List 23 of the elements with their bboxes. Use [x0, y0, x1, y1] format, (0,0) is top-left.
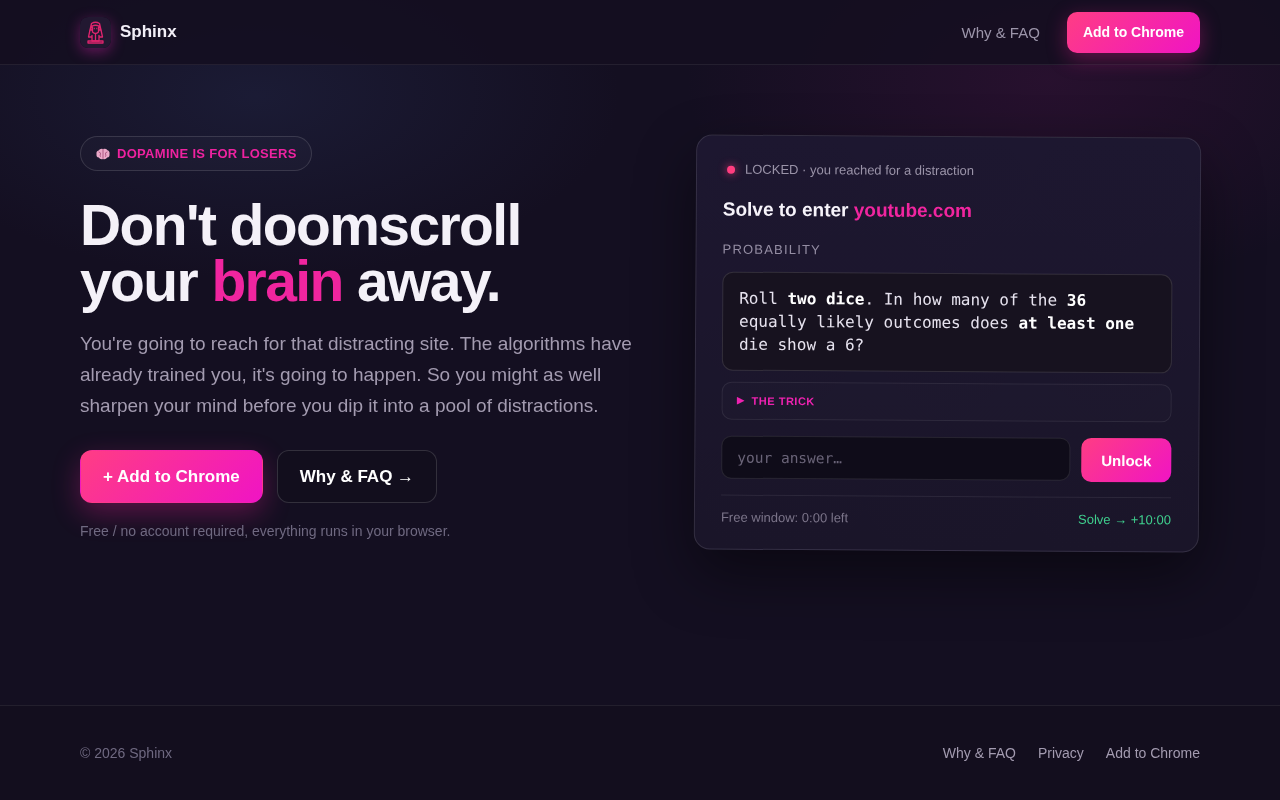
reward-text: Solve → +10:00: [1078, 510, 1171, 530]
question-text: Roll two dice. In how many of the 36 equally likely outcomes does at least one die show a 6?: [721, 271, 1173, 374]
brand-name: Sphinx: [120, 22, 177, 42]
footer-link[interactable]: Privacy: [1037, 745, 1084, 761]
add-to-chrome-button[interactable]: Add to Chrome: [1066, 11, 1200, 53]
footnote-text: Free / no account required, everything runs in your browser.: [80, 522, 451, 541]
card-title: Solve to enter youtube.com: [722, 197, 974, 224]
badge-text: DOPAMINE IS FOR LOSERS: [117, 146, 297, 161]
hint-toggle[interactable]: THE TRICK: [721, 381, 1172, 423]
status-text: LOCKED · you reached for a distraction: [745, 160, 975, 181]
add-to-chrome-button[interactable]: + Add to Chrome: [80, 450, 263, 503]
faq-button[interactable]: Why & FAQ →: [276, 450, 438, 503]
category-label: PROBABILITY: [722, 241, 823, 260]
footer-link[interactable]: Why & FAQ: [942, 745, 1016, 761]
answer-field[interactable]: your answer…: [721, 435, 1071, 481]
sphinx-head-icon: [80, 16, 111, 48]
unlock-button[interactable]: Unlock: [1081, 437, 1172, 483]
copyright-text: © 2026 Sphinx: [80, 745, 173, 761]
timer-text: Free window: 0:00 left: [720, 508, 849, 528]
brain-icon: [96, 147, 110, 160]
nav-link[interactable]: Why & FAQ: [961, 23, 1040, 41]
footer-link[interactable]: Add to Chrome: [1105, 745, 1200, 761]
intro-paragraph: You're going to reach for that distracting site. The algorithms have already trained you, it's going to happen. So you might as well sharpen your mind before you dip it into a pool of distractions.: [80, 332, 633, 418]
